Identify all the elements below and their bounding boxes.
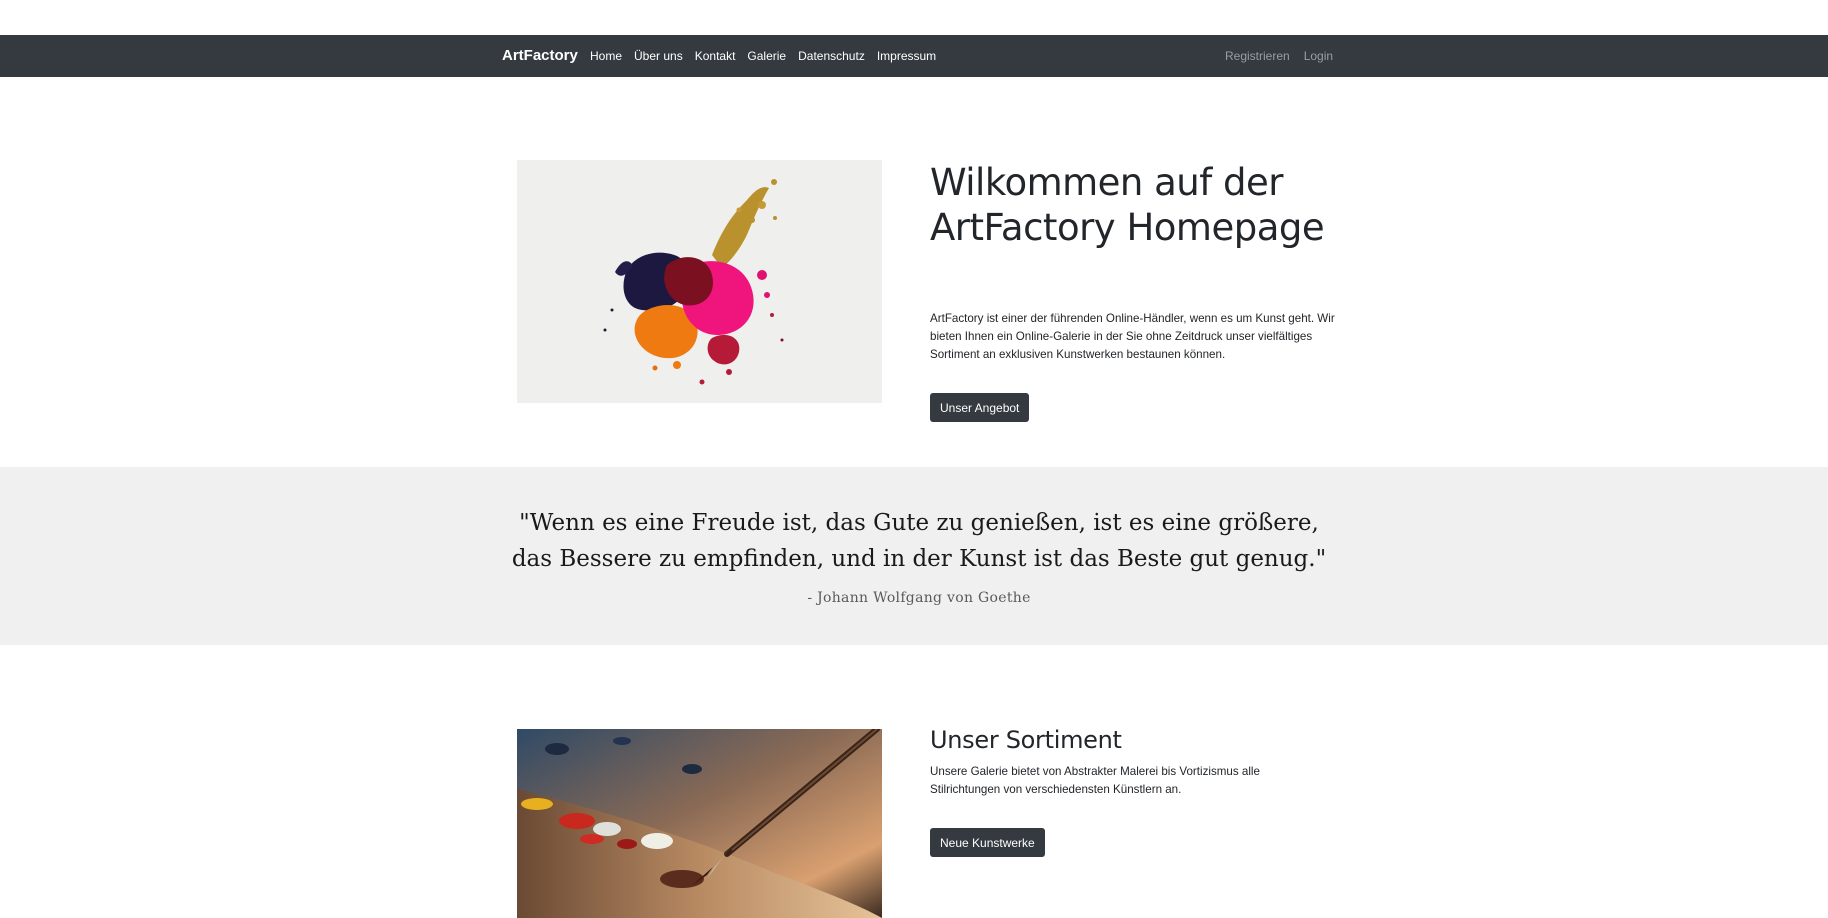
unser-angebot-button[interactable]: Unser Angebot — [930, 393, 1030, 422]
nav-link-datenschutz[interactable]: Datenschutz — [798, 49, 865, 63]
account-nav: Registrieren Login — [1225, 35, 1347, 77]
nav-link-ueber-uns[interactable]: Über uns — [634, 49, 683, 63]
hero-title: Wilkommen auf der ArtFactory Homepage — [930, 161, 1325, 249]
nav-link-galerie[interactable]: Galerie — [747, 49, 786, 63]
nav-link-login[interactable]: Login — [1304, 49, 1333, 63]
goethe-quote: "Wenn es eine Freude ist, das Gute zu ge… — [511, 510, 1327, 572]
quote-author: - Johann Wolfgang von Goethe — [807, 590, 1031, 606]
neue-kunstwerke-button[interactable]: Neue Kunstwerke — [930, 828, 1045, 857]
main-nav: Home Über uns Kontakt Galerie Datenschut… — [590, 35, 948, 77]
top-navbar: ArtFactory Home Über uns Kontakt Galerie… — [0, 35, 1828, 77]
sortiment-title: Unser Sortiment — [930, 726, 1122, 754]
paint-palette-brush-image — [517, 729, 882, 918]
nav-link-kontakt[interactable]: Kontakt — [695, 49, 736, 63]
nav-link-registrieren[interactable]: Registrieren — [1225, 49, 1290, 63]
nav-link-home[interactable]: Home — [590, 49, 622, 63]
nav-link-impressum[interactable]: Impressum — [877, 49, 936, 63]
paint-splash-image — [517, 160, 882, 403]
brand-logo-link[interactable]: ArtFactory — [502, 35, 578, 77]
sortiment-description: Unsere Galerie bietet von Abstrakter Mal… — [930, 765, 1260, 796]
hero-description: ArtFactory ist einer der führenden Onlin… — [930, 312, 1335, 361]
